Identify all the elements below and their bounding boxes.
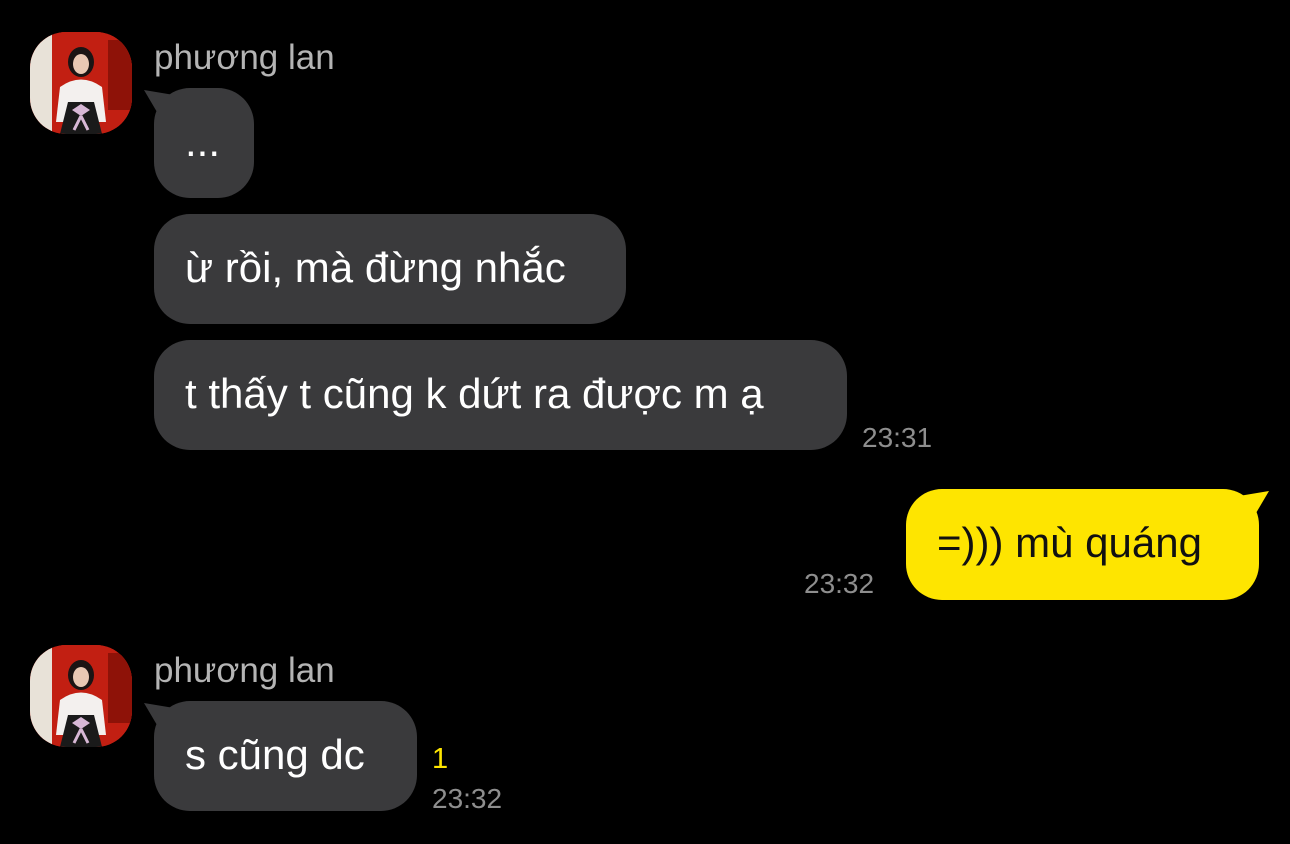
message-bubble[interactable]: t thấy t cũng k dứt ra được m ạ bbox=[154, 340, 847, 450]
unread-count-badge: 1 bbox=[432, 743, 449, 775]
message-bubble[interactable]: ừ rồi, mà đừng nhắc bbox=[154, 214, 626, 324]
message-text: ... bbox=[185, 118, 221, 165]
message-timestamp: 23:31 bbox=[862, 422, 933, 453]
message-text: s cũng dc bbox=[185, 731, 365, 778]
avatar-photo-icon bbox=[30, 645, 132, 747]
sender-avatar[interactable] bbox=[30, 32, 132, 134]
sender-name: phương lan bbox=[154, 651, 335, 690]
message-timestamp: 23:32 bbox=[804, 568, 875, 599]
outgoing-message-bubble[interactable]: =))) mù quáng bbox=[906, 489, 1259, 600]
avatar-photo-icon bbox=[30, 32, 132, 134]
message-bubble[interactable]: ... bbox=[154, 88, 254, 198]
message-text: =))) mù quáng bbox=[937, 519, 1202, 566]
chat-room: phương lan ... ừ rồi, mà đừng nhắc t thấ… bbox=[0, 0, 1290, 844]
message-text: ừ rồi, mà đừng nhắc bbox=[185, 244, 566, 291]
sender-avatar[interactable] bbox=[30, 645, 132, 747]
message-text: t thấy t cũng k dứt ra được m ạ bbox=[185, 370, 764, 417]
message-timestamp: 23:32 bbox=[432, 783, 503, 814]
sender-name: phương lan bbox=[154, 38, 335, 77]
message-bubble[interactable]: s cũng dc bbox=[154, 701, 417, 811]
